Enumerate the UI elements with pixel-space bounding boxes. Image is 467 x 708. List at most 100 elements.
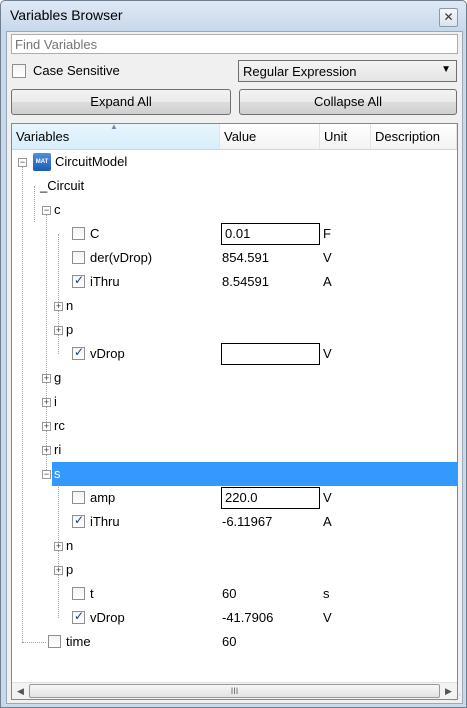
variable-value: 60 bbox=[222, 634, 237, 649]
tree-row-circuit[interactable]: _Circuit bbox=[12, 174, 457, 198]
tree-row-s-amp[interactable]: amp 220.0 V bbox=[12, 486, 457, 510]
column-label-description: Description bbox=[375, 129, 441, 144]
collapse-icon[interactable]: − bbox=[42, 470, 51, 479]
scroll-left-icon[interactable]: ◀ bbox=[12, 683, 29, 699]
tree-row-s-ithru[interactable]: iThru -6.11967 A bbox=[12, 510, 457, 534]
variable-name: iThru bbox=[90, 274, 120, 289]
variable-value: -6.11967 bbox=[222, 514, 273, 529]
column-header-variables[interactable]: ▲ Variables bbox=[12, 124, 220, 149]
collapse-icon[interactable]: − bbox=[42, 206, 51, 215]
tree-row-c-der-vdrop[interactable]: der(vDrop) 854.591 V bbox=[12, 246, 457, 270]
tree-header: ▲ Variables Value Unit Description bbox=[12, 124, 457, 150]
tree-row-ri[interactable]: + ri bbox=[12, 438, 457, 462]
tree-row-c-C[interactable]: C 0.01 F bbox=[12, 222, 457, 246]
tree-label: n bbox=[66, 538, 74, 553]
variable-name: t bbox=[90, 586, 94, 601]
variable-name: der(vDrop) bbox=[90, 250, 153, 265]
tree-row-i[interactable]: + i bbox=[12, 390, 457, 414]
filter-mode-dropdown[interactable]: Regular Expression ▼ bbox=[238, 60, 457, 82]
filter-mode-selected: Regular Expression bbox=[243, 64, 357, 79]
close-button[interactable]: ✕ bbox=[439, 8, 458, 27]
tree-label: _Circuit bbox=[40, 178, 85, 193]
tree-row-rc[interactable]: + rc bbox=[12, 414, 457, 438]
variable-unit: V bbox=[323, 490, 332, 505]
variable-value: -41.7906 bbox=[222, 610, 274, 625]
window-title: Variables Browser bbox=[10, 7, 123, 23]
tree-label: n bbox=[66, 298, 74, 313]
variable-unit: A bbox=[323, 514, 332, 529]
collapse-all-button[interactable]: Collapse All bbox=[239, 89, 457, 115]
expand-icon[interactable]: + bbox=[54, 326, 63, 335]
tree-row-g[interactable]: + g bbox=[12, 366, 457, 390]
value-input[interactable]: 0.01 bbox=[221, 223, 320, 245]
tree-row-c[interactable]: − c bbox=[12, 198, 457, 222]
expand-icon[interactable]: + bbox=[42, 374, 51, 383]
variable-unit: V bbox=[323, 250, 332, 265]
dropdown-arrow-icon: ▼ bbox=[441, 64, 451, 75]
column-header-value[interactable]: Value bbox=[220, 124, 320, 149]
variable-value: 8.54591 bbox=[222, 274, 269, 289]
tree-row-s-n[interactable]: + n bbox=[12, 534, 457, 558]
variable-checkbox[interactable] bbox=[72, 587, 85, 600]
variable-name: iThru bbox=[90, 514, 120, 529]
tree-row-s-vdrop[interactable]: vDrop -41.7906 V bbox=[12, 606, 457, 630]
client-area: Case Sensitive Regular Expression ▼ Expa… bbox=[6, 31, 463, 704]
variable-checkbox[interactable] bbox=[72, 513, 85, 528]
variable-checkbox[interactable] bbox=[72, 345, 85, 360]
tree-label: CircuitModel bbox=[55, 154, 128, 169]
tree-row-c-vdrop[interactable]: vDrop V bbox=[12, 342, 457, 366]
horizontal-scrollbar[interactable]: ◀ III ▶ bbox=[12, 682, 457, 699]
tree-label: p bbox=[66, 322, 74, 337]
variable-name: vDrop bbox=[90, 346, 125, 361]
expand-icon[interactable]: + bbox=[42, 446, 51, 455]
case-sensitive-checkbox[interactable] bbox=[12, 64, 26, 78]
variable-checkbox[interactable] bbox=[72, 491, 85, 504]
variable-name: vDrop bbox=[90, 610, 125, 625]
variable-name: time bbox=[66, 634, 91, 649]
expand-icon[interactable]: + bbox=[54, 566, 63, 575]
resize-grip-icon[interactable]: ⋰ bbox=[453, 693, 463, 703]
variable-checkbox[interactable] bbox=[72, 273, 85, 288]
collapse-icon[interactable]: − bbox=[18, 158, 27, 167]
tree-row-s[interactable]: − s bbox=[12, 462, 457, 486]
case-sensitive-option[interactable]: Case Sensitive bbox=[11, 60, 231, 82]
sort-ascending-icon: ▲ bbox=[110, 123, 118, 131]
tree-row-s-p[interactable]: + p bbox=[12, 558, 457, 582]
column-header-unit[interactable]: Unit bbox=[320, 124, 371, 149]
tree-row-c-p[interactable]: + p bbox=[12, 318, 457, 342]
tree-label: ri bbox=[54, 442, 62, 457]
expand-all-button[interactable]: Expand All bbox=[11, 89, 231, 115]
variable-checkbox[interactable] bbox=[72, 227, 85, 240]
expand-icon[interactable]: + bbox=[42, 422, 51, 431]
tree-label: p bbox=[66, 562, 74, 577]
tree-row-s-t[interactable]: t 60 s bbox=[12, 582, 457, 606]
value-input[interactable]: 220.0 bbox=[221, 487, 320, 509]
variable-value: 854.591 bbox=[222, 250, 269, 265]
expand-icon[interactable]: + bbox=[54, 302, 63, 311]
tree-label: i bbox=[54, 394, 57, 409]
variable-checkbox[interactable] bbox=[48, 635, 61, 648]
variable-checkbox[interactable] bbox=[72, 251, 85, 264]
value-input[interactable] bbox=[221, 343, 320, 365]
tree-label: rc bbox=[54, 418, 65, 433]
column-header-description[interactable]: Description bbox=[371, 124, 457, 149]
selection-highlight bbox=[52, 462, 457, 486]
find-variables-input[interactable] bbox=[11, 34, 458, 54]
variable-unit: F bbox=[323, 226, 331, 241]
expand-icon[interactable]: + bbox=[54, 542, 63, 551]
column-label-value: Value bbox=[224, 129, 257, 144]
tree-row-c-n[interactable]: + n bbox=[12, 294, 457, 318]
variable-checkbox[interactable] bbox=[72, 609, 85, 624]
tree-row-time[interactable]: time 60 bbox=[12, 630, 457, 654]
tree-row-circuitmodel[interactable]: − MAT CircuitModel bbox=[12, 150, 457, 174]
variable-unit: V bbox=[323, 610, 332, 625]
variables-tree[interactable]: ▲ Variables Value Unit Description − MAT bbox=[11, 123, 458, 700]
title-bar[interactable]: Variables Browser ✕ bbox=[1, 1, 466, 31]
case-sensitive-label: Case Sensitive bbox=[33, 63, 120, 78]
model-icon: MAT bbox=[33, 153, 51, 171]
variable-unit: V bbox=[323, 346, 332, 361]
expand-icon[interactable]: + bbox=[42, 398, 51, 407]
scroll-thumb[interactable]: III bbox=[29, 684, 440, 698]
tree-label: c bbox=[54, 202, 61, 217]
tree-row-c-ithru[interactable]: iThru 8.54591 A bbox=[12, 270, 457, 294]
